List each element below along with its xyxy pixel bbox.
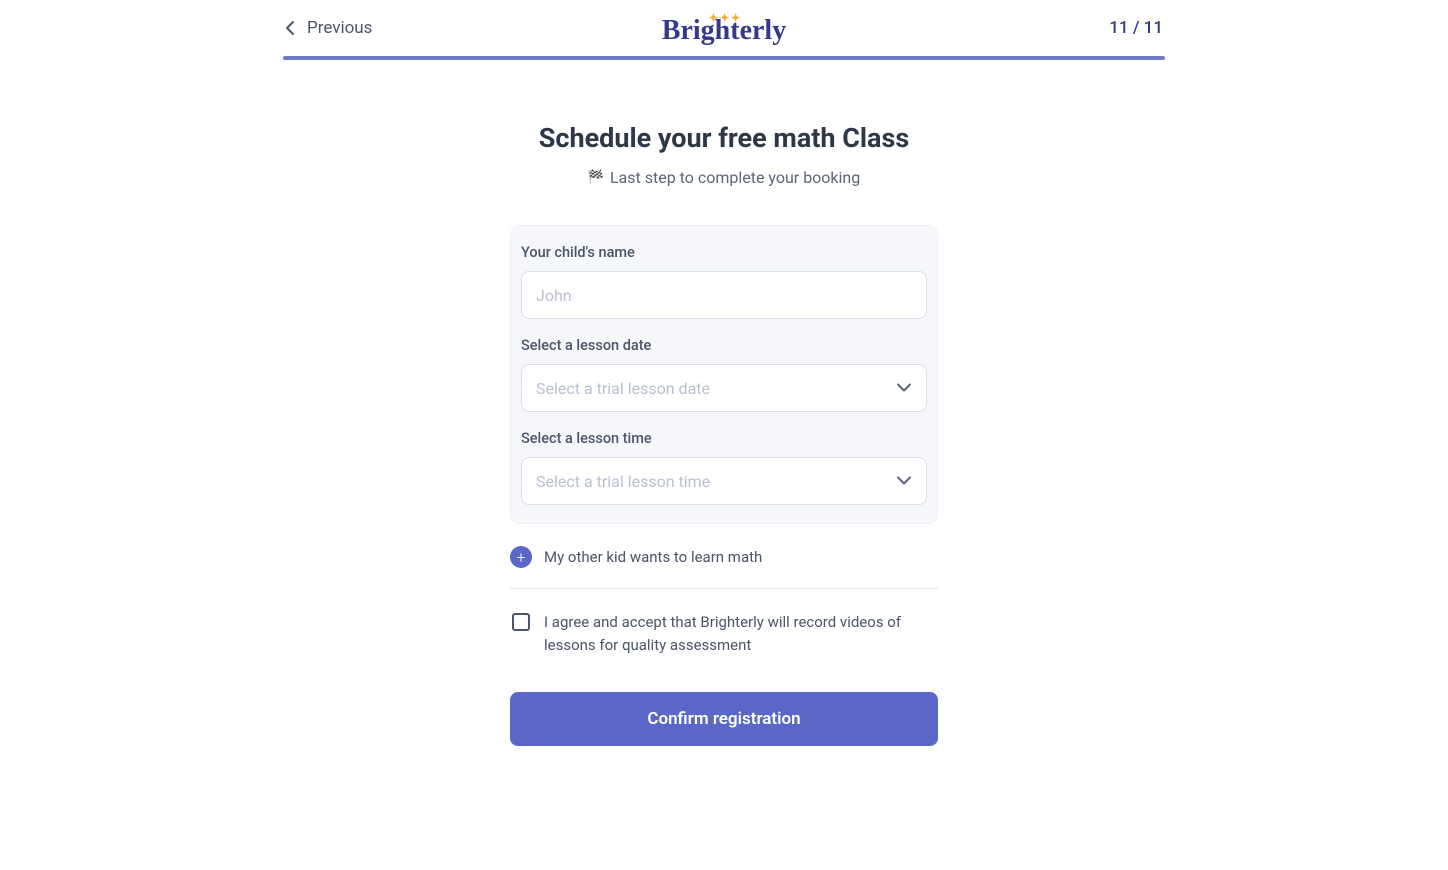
- lesson-time-label: Select a lesson time: [521, 430, 927, 447]
- lesson-time-placeholder: Select a trial lesson time: [536, 472, 710, 491]
- lesson-date-placeholder: Select a trial lesson date: [536, 379, 710, 398]
- checkered-flag-icon: 🏁: [588, 170, 604, 185]
- child-name-input[interactable]: [521, 271, 927, 319]
- lesson-date-select[interactable]: Select a trial lesson date: [521, 364, 927, 412]
- consent-row: I agree and accept that Brighterly will …: [510, 589, 938, 656]
- lesson-date-label: Select a lesson date: [521, 337, 927, 354]
- plus-icon: +: [510, 546, 532, 568]
- form-card: Your child's name Select a lesson date S…: [510, 225, 938, 524]
- logo-text: Brighterly: [662, 18, 786, 43]
- header: Previous ✦ ✦ ✦ Brighterly 11 / 11: [283, 18, 1165, 56]
- previous-button[interactable]: Previous: [285, 18, 372, 38]
- page-subtitle: 🏁 Last step to complete your booking: [510, 168, 938, 187]
- page-title: Schedule your free math Class: [510, 122, 938, 154]
- logo: ✦ ✦ ✦ Brighterly: [662, 13, 786, 43]
- lesson-date-group: Select a lesson date Select a trial less…: [521, 337, 927, 412]
- consent-checkbox[interactable]: [512, 613, 530, 631]
- child-name-label: Your child's name: [521, 244, 927, 261]
- add-kid-button[interactable]: + My other kid wants to learn math: [510, 524, 938, 589]
- chevron-left-icon: [285, 20, 295, 36]
- add-kid-text: My other kid wants to learn math: [544, 548, 762, 566]
- subtitle-text: Last step to complete your booking: [610, 168, 860, 187]
- previous-label: Previous: [307, 18, 372, 38]
- consent-text: I agree and accept that Brighterly will …: [544, 611, 938, 656]
- child-name-group: Your child's name: [521, 244, 927, 319]
- lesson-time-group: Select a lesson time Select a trial less…: [521, 430, 927, 505]
- main-content: Schedule your free math Class 🏁 Last ste…: [510, 60, 938, 746]
- step-counter: 11 / 11: [1109, 18, 1163, 38]
- confirm-button[interactable]: Confirm registration: [510, 692, 938, 746]
- lesson-time-select[interactable]: Select a trial lesson time: [521, 457, 927, 505]
